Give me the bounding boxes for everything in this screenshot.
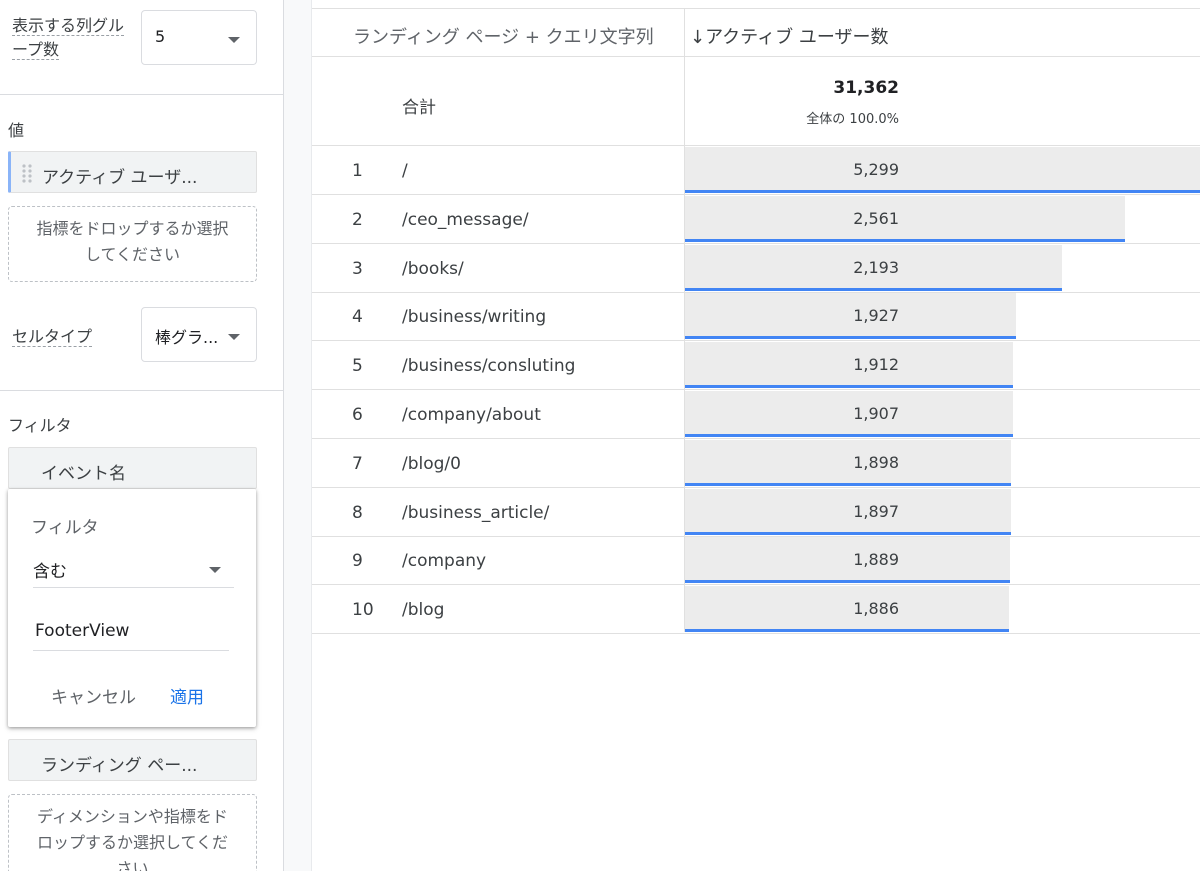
row-active-users-value: 5,299: [853, 160, 899, 179]
table-top-border: [312, 8, 1200, 9]
metric-drop-text-1: 指標をドロップするか選択: [36, 219, 229, 238]
settings-panel: 表示する列グル ープ数 5 値 アクティブ ユーザ... 指標をドロップするか選…: [0, 0, 284, 871]
column-group-count-label: 表示する列グル ープ数: [12, 14, 125, 62]
apply-button[interactable]: 適用: [170, 683, 204, 708]
row-rank: 10: [352, 600, 374, 620]
row-rank: 5: [352, 356, 363, 376]
row-landing-page: /business/consluting: [402, 356, 576, 376]
value-chip-label: アクティブ ユーザ...: [42, 168, 198, 188]
filter-chip-event-name[interactable]: イベント名: [8, 447, 257, 489]
row-rank: 2: [352, 210, 363, 230]
filter-popup: フィルタ 含む FooterView キャンセル 適用: [8, 489, 256, 727]
metric-column-header[interactable]: ↓アクティブ ユーザー数: [690, 23, 888, 49]
row-active-users-value: 2,193: [853, 258, 899, 277]
row-bar-indicator: [685, 239, 1125, 242]
dimension-drop-zone[interactable]: ディメンションや指標をド ロップするか選択してくだ さい: [8, 794, 257, 871]
row-bar-indicator: [685, 483, 1011, 486]
cell-type-select[interactable]: 棒グラ...: [141, 307, 257, 362]
row-active-users-value: 1,889: [853, 550, 899, 569]
row-bar-indicator: [685, 190, 1200, 193]
filter-section-label: フィルタ: [8, 416, 72, 435]
row-landing-page: /blog: [402, 600, 445, 620]
column-group-count-value: 5: [155, 27, 166, 46]
cancel-button[interactable]: キャンセル: [51, 683, 136, 708]
values-label: 値: [8, 121, 25, 140]
row-bar-indicator: [685, 629, 1009, 632]
table-row[interactable]: 9/company 1,889: [312, 536, 1200, 585]
filter-expression-value: FooterView: [35, 621, 130, 641]
chevron-down-icon: [228, 37, 240, 43]
table-row[interactable]: 10/blog 1,886: [312, 585, 1200, 634]
chevron-down-icon: [228, 334, 240, 340]
total-percent: 全体の 100.0%: [806, 112, 899, 127]
dimension-drop-text-2: ロップするか選択してくだ: [36, 833, 229, 852]
row-landing-page: /business/writing: [402, 307, 547, 327]
dimension-chip-landing-page[interactable]: ランディング ペー...: [8, 739, 257, 781]
row-landing-page: /company: [402, 551, 487, 571]
row-bar-indicator: [685, 288, 1062, 291]
column-group-count-label-line2: ープ数: [12, 40, 60, 60]
row-divider: [312, 633, 1200, 634]
row-bar-indicator: [685, 385, 1013, 388]
cell-type-label: セルタイプ: [12, 323, 93, 347]
row-rank: 4: [352, 307, 363, 327]
row-bar-indicator: [685, 434, 1013, 437]
table-row[interactable]: 3/books/2,193: [312, 244, 1200, 293]
row-active-users-value: 2,561: [853, 209, 899, 228]
match-type-value: 含む: [33, 562, 67, 582]
header-divider: [312, 56, 1200, 57]
value-chip-active-users[interactable]: アクティブ ユーザ...: [8, 151, 257, 193]
total-value: 31,362: [833, 78, 899, 98]
total-label: 合計: [402, 98, 436, 118]
divider: [0, 390, 283, 391]
row-rank: 9: [352, 551, 363, 571]
table-row[interactable]: 4/business/writing 1,927: [312, 292, 1200, 341]
row-active-users-value: 1,927: [853, 306, 899, 325]
row-active-users-value: 1,898: [853, 453, 899, 472]
cell-type-label-text: セルタイプ: [12, 327, 93, 347]
row-rank: 3: [352, 259, 363, 279]
row-landing-page: /: [402, 161, 408, 181]
metric-drop-text-2: してください: [84, 245, 181, 264]
drag-handle-icon[interactable]: [21, 163, 33, 183]
filter-chip-label: イベント名: [41, 464, 126, 484]
row-bar-indicator: [685, 580, 1010, 583]
table-row[interactable]: 7/blog/0 1,898: [312, 439, 1200, 488]
match-type-select[interactable]: 含む: [33, 549, 234, 588]
row-rank: 7: [352, 454, 363, 474]
row-rank: 1: [352, 161, 363, 181]
row-bar-indicator: [685, 532, 1011, 535]
dimension-column-header[interactable]: ランディング ページ + クエリ文字列: [353, 23, 654, 49]
table-row[interactable]: 6/company/about 1,907: [312, 390, 1200, 439]
column-group-count-select[interactable]: 5: [141, 10, 257, 65]
report-canvas: ランディング ページ + クエリ文字列 ↓アクティブ ユーザー数 合計 31,3…: [284, 0, 1200, 871]
row-landing-page: /ceo_message/: [402, 210, 529, 230]
row-landing-page: /books/: [402, 259, 464, 279]
row-bar-indicator: [685, 336, 1016, 339]
row-landing-page: /business_article/: [402, 503, 550, 523]
dimension-drop-text-3: さい: [116, 859, 149, 871]
divider: [0, 94, 283, 95]
row-landing-page: /company/about: [402, 405, 541, 425]
table-row[interactable]: 8/business_article/1,897: [312, 488, 1200, 537]
free-form-table: ランディング ページ + クエリ文字列 ↓アクティブ ユーザー数 合計 31,3…: [311, 0, 1200, 871]
row-active-users-value: 1,907: [853, 404, 899, 423]
chevron-down-icon: [209, 567, 221, 573]
table-row[interactable]: 1 / 5,299: [312, 146, 1200, 195]
row-active-users-value: 1,912: [853, 355, 899, 374]
dimension-drop-text-1: ディメンションや指標をド: [37, 807, 228, 826]
filter-expression-input[interactable]: FooterView: [33, 613, 229, 651]
row-landing-page: /blog/0: [402, 454, 461, 474]
row-active-users-value: 1,886: [853, 599, 899, 618]
row-active-users-value: 1,897: [853, 502, 899, 521]
filter-popup-title: フィルタ: [31, 518, 99, 538]
column-group-count-label-line1: 表示する列グル: [12, 16, 125, 36]
cell-type-value: 棒グラ...: [155, 328, 219, 347]
table-row[interactable]: 2/ceo_message/2,561: [312, 195, 1200, 244]
metric-drop-zone[interactable]: 指標をドロップするか選択 してください: [8, 206, 257, 282]
dimension-chip-label: ランディング ペー...: [41, 756, 198, 776]
row-rank: 6: [352, 405, 363, 425]
table-row[interactable]: 5/business/consluting 1,912: [312, 341, 1200, 390]
row-rank: 8: [352, 503, 363, 523]
